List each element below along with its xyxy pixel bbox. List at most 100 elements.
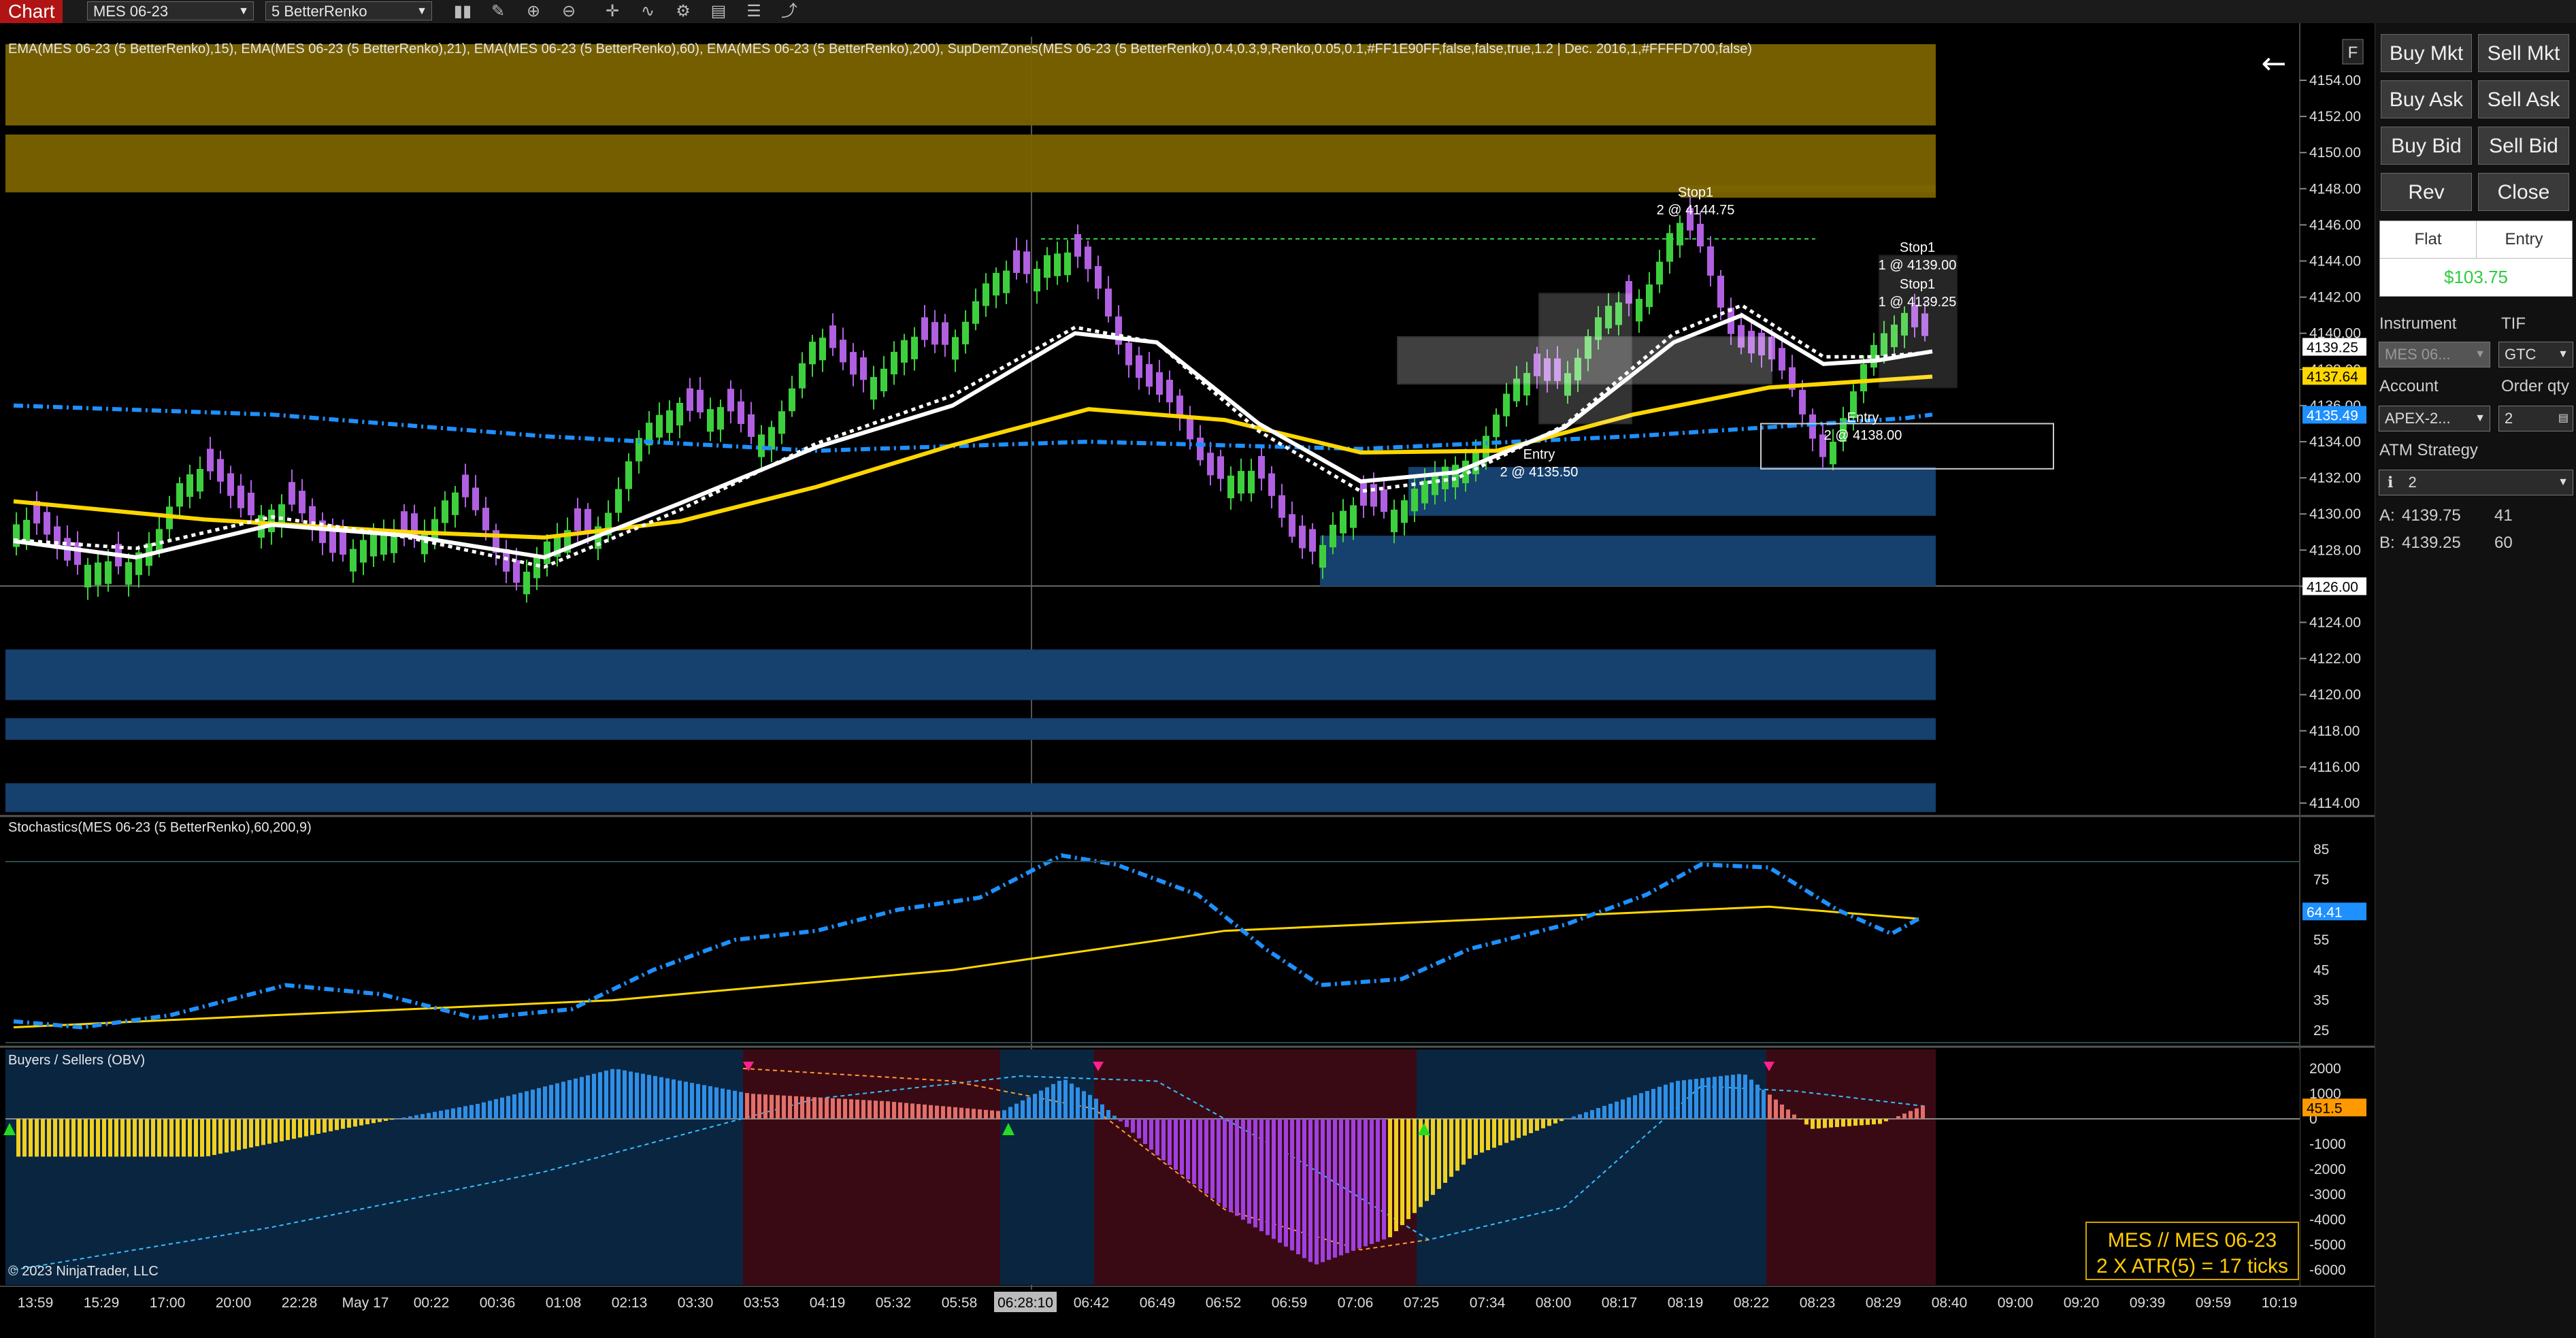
obv-bar [22, 1119, 27, 1157]
draw-icon[interactable]: ✎ [484, 1, 512, 22]
sell-ask-button[interactable]: Sell Ask [2478, 80, 2569, 118]
candle-body [982, 283, 989, 306]
obv-bar [1615, 1101, 1619, 1119]
close-button[interactable]: Close [2478, 173, 2569, 211]
chart-title-tab[interactable]: Chart [0, 0, 63, 23]
obv-bar [941, 1106, 945, 1119]
candle-body [452, 492, 459, 515]
templates-icon[interactable]: ▤ [705, 1, 732, 22]
demand-zone [5, 649, 1936, 700]
chart-canvas[interactable]: Stop1 2 @ 4144.75 Stop1 1 @ 4139.00 Stop1 1 @… [0, 23, 2375, 1338]
candle-body [217, 459, 224, 482]
back-arrow-icon[interactable]: ← [2262, 46, 2287, 81]
time-tick-label: 15:29 [84, 1295, 120, 1311]
tif-select[interactable]: GTC ▼ [2498, 342, 2573, 368]
obv-bar [1308, 1119, 1312, 1262]
properties-icon[interactable]: ☰ [740, 1, 767, 22]
obv-bar [359, 1119, 363, 1126]
candle-body [870, 376, 877, 400]
obv-bar [604, 1071, 608, 1119]
account-select[interactable]: APEX-2... ▼ [2379, 406, 2490, 431]
price-tick-label: 4144.00 [2309, 254, 2361, 270]
obv-bar [255, 1119, 259, 1147]
obv-bar [96, 1119, 100, 1157]
obv-bar [843, 1098, 847, 1119]
obv-bar [1235, 1119, 1239, 1216]
atm-strategy-select[interactable]: ℹ 2 ▼ [2379, 470, 2573, 495]
candle-body [1646, 284, 1653, 308]
atm-strategy-value: 2 [2408, 474, 2417, 491]
candle-body [1666, 233, 1673, 262]
obv-bar [641, 1073, 645, 1119]
obv-bar [1517, 1119, 1521, 1139]
obv-bar [1468, 1119, 1472, 1159]
obv-bar [874, 1100, 878, 1119]
crosshair-icon[interactable]: ✛ [599, 1, 626, 22]
time-tick-label: 01:08 [546, 1295, 582, 1311]
obv-bar [543, 1086, 547, 1119]
buy-market-button[interactable]: Buy Mkt [2381, 34, 2472, 72]
ask-label: A: [2379, 506, 2395, 525]
candle-body [1330, 524, 1336, 548]
strategies-icon[interactable]: ⚙ [670, 1, 697, 22]
price-panel-label: EMA(MES 06-23 (5 BetterRenko),15), EMA(M… [8, 42, 1752, 56]
obv-bar [1082, 1091, 1086, 1119]
obv-bar [53, 1119, 57, 1157]
obv-bar [610, 1068, 614, 1119]
candle-body [1309, 529, 1316, 552]
buy-ask-button[interactable]: Buy Ask [2381, 80, 2472, 118]
instrument-field[interactable]: MES 06... ▼ [2379, 342, 2490, 368]
obv-bar [1884, 1119, 1888, 1122]
bar-type-selector[interactable]: 5 BetterRenko ▼ [265, 1, 432, 20]
obv-bar [1492, 1119, 1496, 1148]
zoom-out-icon[interactable]: ⊖ [555, 1, 582, 22]
bar-style-icon[interactable]: ▮▮ [449, 1, 476, 22]
candle-body [197, 469, 203, 492]
obv-bar [1902, 1113, 1906, 1119]
candle-body [1707, 246, 1714, 276]
time-tick-label: 06:52 [1206, 1295, 1242, 1311]
instrument-selector[interactable]: MES 06-23 ▼ [87, 1, 254, 20]
time-tick-label: 04:19 [810, 1295, 846, 1311]
obv-bar [1443, 1119, 1447, 1183]
share-icon[interactable]: ⤴ [776, 1, 803, 22]
obv-bar [868, 1100, 872, 1119]
indicators-icon[interactable]: ∿ [634, 1, 661, 22]
order-qty-stepper[interactable]: 2 ▤ [2498, 406, 2573, 431]
sell-market-button[interactable]: Sell Mkt [2478, 34, 2569, 72]
zoom-in-icon[interactable]: ⊕ [520, 1, 547, 22]
obv-bar [1131, 1119, 1135, 1133]
candle-body [370, 534, 377, 557]
candle-body [237, 485, 244, 508]
bid-size: 60 [2494, 534, 2513, 552]
info-icon: ℹ [2388, 474, 2394, 491]
obv-bar [567, 1080, 572, 1119]
candle-body [1697, 223, 1704, 247]
candle-body [1799, 389, 1806, 414]
position-range-box[interactable] [1538, 293, 1632, 425]
buy-bid-button[interactable]: Buy Bid [2381, 127, 2472, 165]
obv-bar [531, 1090, 535, 1119]
chevron-down-icon: ▼ [238, 5, 249, 17]
reverse-button[interactable]: Rev [2381, 173, 2472, 211]
candle-body [615, 489, 622, 513]
obv-bar [1008, 1107, 1012, 1119]
obv-bar [1774, 1099, 1778, 1119]
obv-bar [1168, 1119, 1172, 1165]
obv-bar [1180, 1119, 1184, 1175]
obv-bar [463, 1106, 467, 1119]
obv-bar [506, 1096, 510, 1119]
obv-bar [696, 1083, 700, 1119]
obv-bar [139, 1119, 143, 1157]
obv-bar [133, 1119, 137, 1157]
obv-bar [482, 1102, 486, 1119]
stop-range-box[interactable] [1879, 255, 1958, 389]
sell-bid-button[interactable]: Sell Bid [2478, 127, 2569, 165]
obv-bar [310, 1119, 314, 1135]
price-tick-label: 4114.00 [2309, 796, 2360, 811]
obv-bar [1198, 1119, 1202, 1189]
obv-bar [225, 1119, 229, 1153]
obv-bar [1523, 1119, 1527, 1136]
bid-price: 4139.25 [2402, 534, 2461, 552]
obv-bar [1437, 1119, 1441, 1189]
